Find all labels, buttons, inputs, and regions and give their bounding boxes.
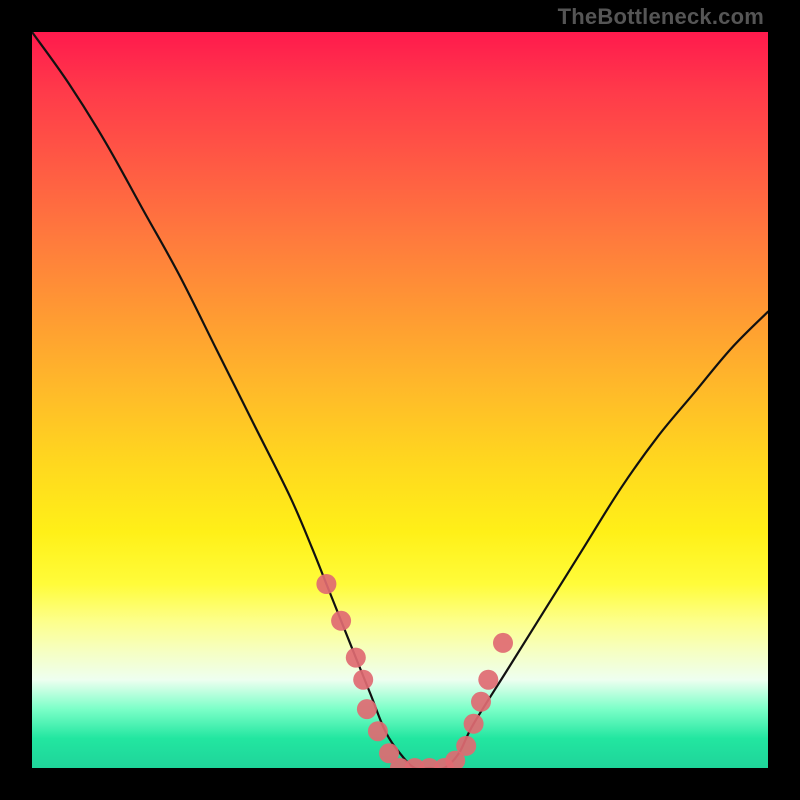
- bottleneck-curve-path: [32, 32, 768, 768]
- highlight-marker: [456, 736, 476, 756]
- watermark-text: TheBottleneck.com: [558, 4, 764, 30]
- highlight-marker: [464, 714, 484, 734]
- chart-frame: TheBottleneck.com: [0, 0, 800, 800]
- highlight-marker: [390, 758, 410, 768]
- highlight-marker: [405, 758, 425, 768]
- highlight-marker: [316, 574, 336, 594]
- highlight-marker: [331, 611, 351, 631]
- highlight-marker: [353, 670, 373, 690]
- highlight-marker: [434, 758, 454, 768]
- highlight-markers: [316, 574, 513, 768]
- highlight-marker: [493, 633, 513, 653]
- highlight-marker: [478, 670, 498, 690]
- curve-layer: [32, 32, 768, 768]
- highlight-marker: [357, 699, 377, 719]
- highlight-marker: [368, 721, 388, 741]
- highlight-marker: [471, 692, 491, 712]
- highlight-marker: [379, 743, 399, 763]
- highlight-marker: [346, 648, 366, 668]
- highlight-marker: [445, 751, 465, 768]
- plot-area: [32, 32, 768, 768]
- highlight-marker: [419, 758, 439, 768]
